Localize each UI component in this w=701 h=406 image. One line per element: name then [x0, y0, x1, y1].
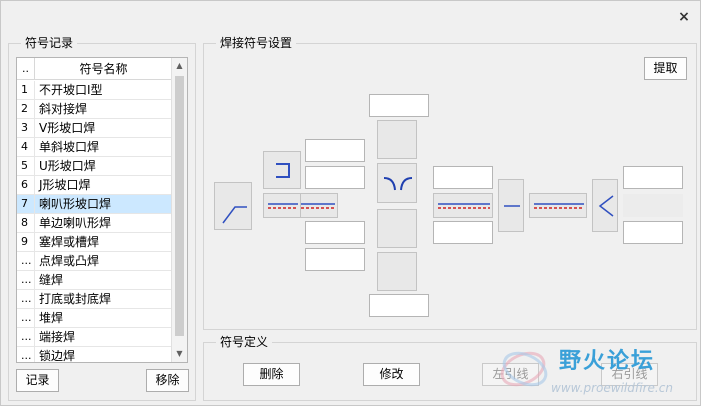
- list-item-index: 4: [17, 138, 35, 156]
- list-item-name: 不开坡口I型: [39, 83, 103, 97]
- list-item-name: V形坡口焊: [39, 121, 96, 135]
- list-item[interactable]: 9 塞焊或槽焊: [17, 233, 172, 252]
- list-item[interactable]: ... 锁边焊: [17, 347, 172, 363]
- tail-lower-field[interactable]: [623, 221, 683, 244]
- weld-type-symbol-button[interactable]: [377, 163, 417, 203]
- list-item-name: 端接焊: [39, 330, 76, 344]
- contour-symbol-button[interactable]: [263, 151, 301, 189]
- tail-middle-field[interactable]: [623, 194, 683, 217]
- symbol-list[interactable]: .. 符号名称 1 不开坡口I型 2 斜对接焊 3 V形坡口焊 4 单斜坡口焊 5 U形坡口焊 6 J…: [16, 57, 188, 363]
- list-item-name: 单边喇叭形焊: [39, 216, 112, 230]
- list-item[interactable]: 1 不开坡口I型: [17, 81, 172, 100]
- bottom-center-field[interactable]: [369, 294, 429, 317]
- symbol-record-title: 符号记录: [21, 35, 78, 51]
- list-item-name: 点焊或凸焊: [39, 254, 100, 268]
- record-button[interactable]: 记录: [16, 369, 59, 392]
- list-item-name: 缝焊: [39, 273, 64, 287]
- tail-button[interactable]: [592, 179, 618, 232]
- list-item-index: ...: [17, 328, 35, 346]
- list-item-name: U形坡口焊: [39, 159, 96, 173]
- dash-icon: [504, 205, 520, 207]
- title-bar: ×: [1, 1, 700, 33]
- reference-line-icon: [438, 203, 490, 209]
- list-item[interactable]: ... 缝焊: [17, 271, 172, 290]
- list-item-name: 单斜坡口焊: [39, 140, 100, 154]
- reference-line-right-button[interactable]: [433, 193, 493, 218]
- list-item-index: 9: [17, 233, 35, 251]
- list-item-name: 锁边焊: [39, 349, 76, 363]
- list-item-index: ...: [17, 252, 35, 270]
- list-item[interactable]: ... 端接焊: [17, 328, 172, 347]
- delete-button[interactable]: 删除: [243, 363, 300, 386]
- top-center-field[interactable]: [369, 94, 429, 117]
- list-item-index: 7: [17, 195, 35, 213]
- column-header-name[interactable]: 符号名称: [35, 58, 172, 80]
- list-item[interactable]: ... 打底或封底焊: [17, 290, 172, 309]
- scroll-up-arrow-icon[interactable]: ▲: [172, 58, 187, 74]
- column-header-index[interactable]: ..: [17, 58, 35, 80]
- reference-line-icon: [268, 203, 298, 209]
- list-item[interactable]: ... 点焊或凸焊: [17, 252, 172, 271]
- reference-line-end-button[interactable]: [529, 193, 587, 218]
- bracket-icon: [276, 163, 290, 178]
- list-item[interactable]: 7 喇叭形坡口焊: [17, 195, 172, 214]
- list-item-index: ...: [17, 290, 35, 308]
- reference-line-left-ext: [300, 193, 338, 218]
- list-item-name: 斜对接焊: [39, 102, 88, 116]
- left-leader-button[interactable]: 左引线: [482, 363, 539, 386]
- leader-arrow-icon: [222, 206, 247, 224]
- upper-left-dimension-field-1[interactable]: [305, 139, 365, 162]
- list-item-index: ...: [17, 271, 35, 289]
- list-item[interactable]: 4 单斜坡口焊: [17, 138, 172, 157]
- list-item[interactable]: 2 斜对接焊: [17, 100, 172, 119]
- scroll-thumb[interactable]: [175, 76, 184, 336]
- list-item-name: 打底或封底焊: [39, 292, 112, 306]
- symbol-definition-title: 符号定义: [216, 334, 273, 350]
- leader-arrow-button[interactable]: [214, 182, 252, 230]
- flare-groove-icon: [383, 177, 413, 191]
- upper-right-dimension-field[interactable]: [433, 166, 493, 189]
- modify-button[interactable]: 修改: [363, 363, 420, 386]
- lower-right-dimension-field[interactable]: [433, 221, 493, 244]
- reference-line-icon: [534, 203, 584, 209]
- weld-symbol-settings-title: 焊接符号设置: [216, 35, 297, 51]
- scroll-down-arrow-icon[interactable]: ▼: [172, 346, 187, 362]
- list-item-index: ...: [17, 309, 35, 327]
- lower-weld-type-button[interactable]: [377, 209, 417, 248]
- list-rows: 1 不开坡口I型 2 斜对接焊 3 V形坡口焊 4 单斜坡口焊 5 U形坡口焊 6 J形坡口焊 7 喇叭形…: [17, 81, 172, 363]
- list-item-index: ...: [17, 347, 35, 362]
- vertical-scrollbar[interactable]: ▲ ▼: [171, 58, 187, 362]
- close-button[interactable]: ×: [676, 9, 692, 25]
- reference-line-left-button[interactable]: [263, 193, 301, 218]
- upper-left-dimension-field-2[interactable]: [305, 166, 365, 189]
- list-item-index: 2: [17, 100, 35, 118]
- tail-upper-field[interactable]: [623, 166, 683, 189]
- upper-supplementary-button[interactable]: [377, 120, 417, 159]
- list-item-index: 5: [17, 157, 35, 175]
- continuous-line-button[interactable]: [498, 179, 524, 232]
- lower-supplementary-button[interactable]: [377, 252, 417, 291]
- tail-icon: [598, 195, 614, 217]
- list-item-name: 塞焊或槽焊: [39, 235, 100, 249]
- list-item[interactable]: 5 U形坡口焊: [17, 157, 172, 176]
- list-item-index: 6: [17, 176, 35, 194]
- list-item-name: 喇叭形坡口焊: [39, 197, 112, 211]
- list-item-index: 3: [17, 119, 35, 137]
- list-item-index: 1: [17, 81, 35, 99]
- list-item-name: 堆焊: [39, 311, 64, 325]
- list-item[interactable]: 3 V形坡口焊: [17, 119, 172, 138]
- dialog-window: × 符号记录 .. 符号名称 1 不开坡口I型 2 斜对接焊 3 V形坡口焊 4 单斜坡口焊 5…: [0, 0, 701, 406]
- list-item-index: 8: [17, 214, 35, 232]
- list-item[interactable]: 8 单边喇叭形焊: [17, 214, 172, 233]
- lower-left-dimension-field-1[interactable]: [305, 221, 365, 244]
- extract-button[interactable]: 提取: [644, 57, 687, 80]
- list-item[interactable]: 6 J形坡口焊: [17, 176, 172, 195]
- right-leader-button[interactable]: 右引线: [601, 363, 658, 386]
- lower-left-dimension-field-2[interactable]: [305, 248, 365, 271]
- list-header: .. 符号名称: [17, 58, 172, 80]
- remove-button[interactable]: 移除: [146, 369, 189, 392]
- list-item[interactable]: ... 堆焊: [17, 309, 172, 328]
- list-item-name: J形坡口焊: [39, 178, 91, 192]
